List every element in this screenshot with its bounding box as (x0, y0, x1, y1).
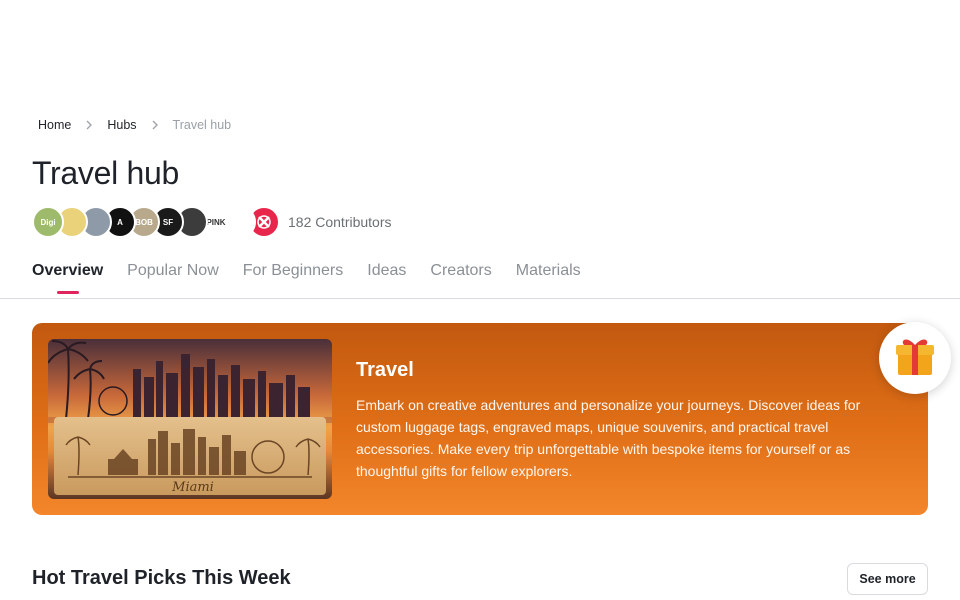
tabs-divider (0, 298, 960, 299)
breadcrumb-current: Travel hub (172, 118, 232, 132)
tab-overview[interactable]: Overview (32, 262, 103, 294)
tab-popular-now[interactable]: Popular Now (127, 262, 219, 294)
breadcrumb-hubs[interactable]: Hubs (107, 118, 136, 132)
banner-image: Miami (48, 339, 332, 499)
hub-tabs: Overview Popular Now For Beginners Ideas Cre… (32, 262, 581, 294)
page-title: Travel hub (32, 155, 180, 191)
tab-creators[interactable]: Creators (430, 262, 491, 294)
banner-title: Travel (356, 359, 414, 381)
see-more-button[interactable]: See more (847, 563, 928, 595)
section-title: Hot Travel Picks This Week (32, 567, 291, 589)
gift-icon (892, 333, 938, 384)
chevron-right-icon (85, 120, 93, 130)
tab-ideas[interactable]: Ideas (367, 262, 406, 294)
tab-for-beginners[interactable]: For Beginners (243, 262, 344, 294)
contributor-avatar[interactable]: Digi (32, 206, 64, 238)
category-banner: Miami Travel Embark on creative adventur… (32, 323, 928, 515)
chevron-right-icon (151, 120, 159, 130)
breadcrumb-home[interactable]: Home (38, 118, 71, 132)
banner-image-caption: Miami (171, 480, 214, 495)
banner-description: Embark on creative adventures and person… (356, 397, 861, 479)
contributor-avatars[interactable]: Digi A BOB SF PINK (32, 206, 280, 238)
tab-materials[interactable]: Materials (516, 262, 581, 294)
contributors-row[interactable]: Digi A BOB SF PINK 182 Contributors (32, 205, 392, 239)
breadcrumb: Home Hubs Travel hub (38, 118, 231, 132)
gift-button[interactable] (879, 322, 951, 394)
contributors-count[interactable]: 182 Contributors (288, 214, 392, 230)
